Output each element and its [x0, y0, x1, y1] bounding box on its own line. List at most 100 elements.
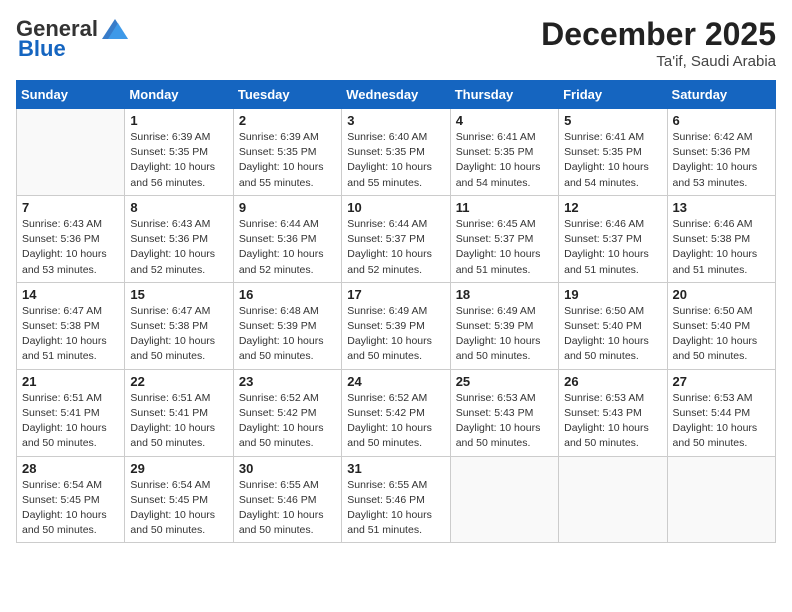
day-number: 15: [130, 287, 227, 302]
day-number: 3: [347, 113, 444, 128]
week-row-5: 28 Sunrise: 6:54 AMSunset: 5:45 PMDayligh…: [17, 456, 776, 543]
day-number: 25: [456, 374, 553, 389]
calendar-cell: 11 Sunrise: 6:45 AMSunset: 5:37 PMDayligh…: [450, 195, 558, 282]
day-number: 22: [130, 374, 227, 389]
day-number: 16: [239, 287, 336, 302]
day-number: 6: [673, 113, 770, 128]
day-number: 23: [239, 374, 336, 389]
cell-info: Sunrise: 6:43 AMSunset: 5:36 PMDaylight:…: [130, 218, 215, 276]
day-number: 7: [22, 200, 119, 215]
calendar-cell: [450, 456, 558, 543]
cell-info: Sunrise: 6:49 AMSunset: 5:39 PMDaylight:…: [347, 305, 432, 363]
header-tuesday: Tuesday: [233, 81, 341, 109]
cell-info: Sunrise: 6:41 AMSunset: 5:35 PMDaylight:…: [564, 131, 649, 189]
cell-info: Sunrise: 6:51 AMSunset: 5:41 PMDaylight:…: [130, 392, 215, 450]
calendar-cell: 3 Sunrise: 6:40 AMSunset: 5:35 PMDaylight…: [342, 109, 450, 196]
header-thursday: Thursday: [450, 81, 558, 109]
calendar-cell: 25 Sunrise: 6:53 AMSunset: 5:43 PMDayligh…: [450, 369, 558, 456]
cell-info: Sunrise: 6:49 AMSunset: 5:39 PMDaylight:…: [456, 305, 541, 363]
header-monday: Monday: [125, 81, 233, 109]
day-number: 13: [673, 200, 770, 215]
calendar-cell: 30Sunrise: 6:55 AMSunset: 5:46 PMDayligh…: [233, 456, 341, 543]
day-number: 28: [22, 461, 119, 476]
logo-icon: [102, 19, 128, 39]
calendar-cell: 6 Sunrise: 6:42 AMSunset: 5:36 PMDaylight…: [667, 109, 775, 196]
calendar-cell: 9 Sunrise: 6:44 AMSunset: 5:36 PMDaylight…: [233, 195, 341, 282]
cell-info: Sunrise: 6:47 AMSunset: 5:38 PMDaylight:…: [22, 305, 107, 363]
calendar-cell: 23 Sunrise: 6:52 AMSunset: 5:42 PMDayligh…: [233, 369, 341, 456]
cell-info: Sunrise: 6:47 AMSunset: 5:38 PMDaylight:…: [130, 305, 215, 363]
cell-info: Sunrise: 6:39 AMSunset: 5:35 PMDaylight:…: [130, 131, 215, 189]
cell-info: Sunrise: 6:43 AMSunset: 5:36 PMDaylight:…: [22, 218, 107, 276]
calendar-cell: 26Sunrise: 6:53 AMSunset: 5:43 PMDayligh…: [559, 369, 667, 456]
week-row-1: 1 Sunrise: 6:39 AMSunset: 5:35 PMDaylight…: [17, 109, 776, 196]
day-number: 9: [239, 200, 336, 215]
calendar-cell: [559, 456, 667, 543]
week-row-3: 14 Sunrise: 6:47 AMSunset: 5:38 PMDayligh…: [17, 282, 776, 369]
calendar-cell: 14 Sunrise: 6:47 AMSunset: 5:38 PMDayligh…: [17, 282, 125, 369]
calendar-cell: 31Sunrise: 6:55 AMSunset: 5:46 PMDayligh…: [342, 456, 450, 543]
day-number: 29: [130, 461, 227, 476]
calendar-cell: 28 Sunrise: 6:54 AMSunset: 5:45 PMDayligh…: [17, 456, 125, 543]
calendar-cell: 7 Sunrise: 6:43 AMSunset: 5:36 PMDaylight…: [17, 195, 125, 282]
day-number: 4: [456, 113, 553, 128]
day-number: 11: [456, 200, 553, 215]
day-number: 30: [239, 461, 336, 476]
cell-info: Sunrise: 6:44 AMSunset: 5:37 PMDaylight:…: [347, 218, 432, 276]
calendar-cell: 1 Sunrise: 6:39 AMSunset: 5:35 PMDaylight…: [125, 109, 233, 196]
calendar-cell: 29 Sunrise: 6:54 AMSunset: 5:45 PMDayligh…: [125, 456, 233, 543]
calendar-cell: 18 Sunrise: 6:49 AMSunset: 5:39 PMDayligh…: [450, 282, 558, 369]
calendar-cell: 16 Sunrise: 6:48 AMSunset: 5:39 PMDayligh…: [233, 282, 341, 369]
cell-info: Sunrise: 6:54 AMSunset: 5:45 PMDaylight:…: [22, 479, 107, 537]
cell-info: Sunrise: 6:39 AMSunset: 5:35 PMDaylight:…: [239, 131, 324, 189]
day-number: 18: [456, 287, 553, 302]
day-number: 14: [22, 287, 119, 302]
calendar-cell: 17Sunrise: 6:49 AMSunset: 5:39 PMDayligh…: [342, 282, 450, 369]
cell-info: Sunrise: 6:40 AMSunset: 5:35 PMDaylight:…: [347, 131, 432, 189]
cell-info: Sunrise: 6:52 AMSunset: 5:42 PMDaylight:…: [347, 392, 432, 450]
cell-info: Sunrise: 6:44 AMSunset: 5:36 PMDaylight:…: [239, 218, 324, 276]
calendar-cell: 20Sunrise: 6:50 AMSunset: 5:40 PMDayligh…: [667, 282, 775, 369]
day-number: 21: [22, 374, 119, 389]
cell-info: Sunrise: 6:52 AMSunset: 5:42 PMDaylight:…: [239, 392, 324, 450]
calendar-cell: 4 Sunrise: 6:41 AMSunset: 5:35 PMDaylight…: [450, 109, 558, 196]
day-number: 12: [564, 200, 661, 215]
day-number: 2: [239, 113, 336, 128]
day-number: 19: [564, 287, 661, 302]
calendar-cell: 2 Sunrise: 6:39 AMSunset: 5:35 PMDaylight…: [233, 109, 341, 196]
cell-info: Sunrise: 6:46 AMSunset: 5:37 PMDaylight:…: [564, 218, 649, 276]
logo-blue: Blue: [18, 36, 66, 62]
day-number: 26: [564, 374, 661, 389]
month-title: December 2025: [541, 16, 776, 53]
cell-info: Sunrise: 6:54 AMSunset: 5:45 PMDaylight:…: [130, 479, 215, 537]
header-wednesday: Wednesday: [342, 81, 450, 109]
header-sunday: Sunday: [17, 81, 125, 109]
calendar-cell: 5Sunrise: 6:41 AMSunset: 5:35 PMDaylight…: [559, 109, 667, 196]
cell-info: Sunrise: 6:53 AMSunset: 5:44 PMDaylight:…: [673, 392, 758, 450]
day-number: 27: [673, 374, 770, 389]
cell-info: Sunrise: 6:53 AMSunset: 5:43 PMDaylight:…: [456, 392, 541, 450]
header-saturday: Saturday: [667, 81, 775, 109]
calendar-cell: 13Sunrise: 6:46 AMSunset: 5:38 PMDayligh…: [667, 195, 775, 282]
calendar-table: SundayMondayTuesdayWednesdayThursdayFrid…: [16, 80, 776, 543]
calendar-cell: [667, 456, 775, 543]
cell-info: Sunrise: 6:45 AMSunset: 5:37 PMDaylight:…: [456, 218, 541, 276]
calendar-cell: 12 Sunrise: 6:46 AMSunset: 5:37 PMDayligh…: [559, 195, 667, 282]
calendar-cell: 19 Sunrise: 6:50 AMSunset: 5:40 PMDayligh…: [559, 282, 667, 369]
day-number: 31: [347, 461, 444, 476]
calendar-cell: 22 Sunrise: 6:51 AMSunset: 5:41 PMDayligh…: [125, 369, 233, 456]
cell-info: Sunrise: 6:42 AMSunset: 5:36 PMDaylight:…: [673, 131, 758, 189]
calendar-header-row: SundayMondayTuesdayWednesdayThursdayFrid…: [17, 81, 776, 109]
day-number: 1: [130, 113, 227, 128]
cell-info: Sunrise: 6:41 AMSunset: 5:35 PMDaylight:…: [456, 131, 541, 189]
day-number: 20: [673, 287, 770, 302]
day-number: 24: [347, 374, 444, 389]
logo: General Blue: [16, 16, 128, 62]
cell-info: Sunrise: 6:51 AMSunset: 5:41 PMDaylight:…: [22, 392, 107, 450]
calendar-cell: 27 Sunrise: 6:53 AMSunset: 5:44 PMDayligh…: [667, 369, 775, 456]
header-friday: Friday: [559, 81, 667, 109]
calendar-cell: 15 Sunrise: 6:47 AMSunset: 5:38 PMDayligh…: [125, 282, 233, 369]
week-row-4: 21 Sunrise: 6:51 AMSunset: 5:41 PMDayligh…: [17, 369, 776, 456]
cell-info: Sunrise: 6:48 AMSunset: 5:39 PMDaylight:…: [239, 305, 324, 363]
cell-info: Sunrise: 6:50 AMSunset: 5:40 PMDaylight:…: [564, 305, 649, 363]
